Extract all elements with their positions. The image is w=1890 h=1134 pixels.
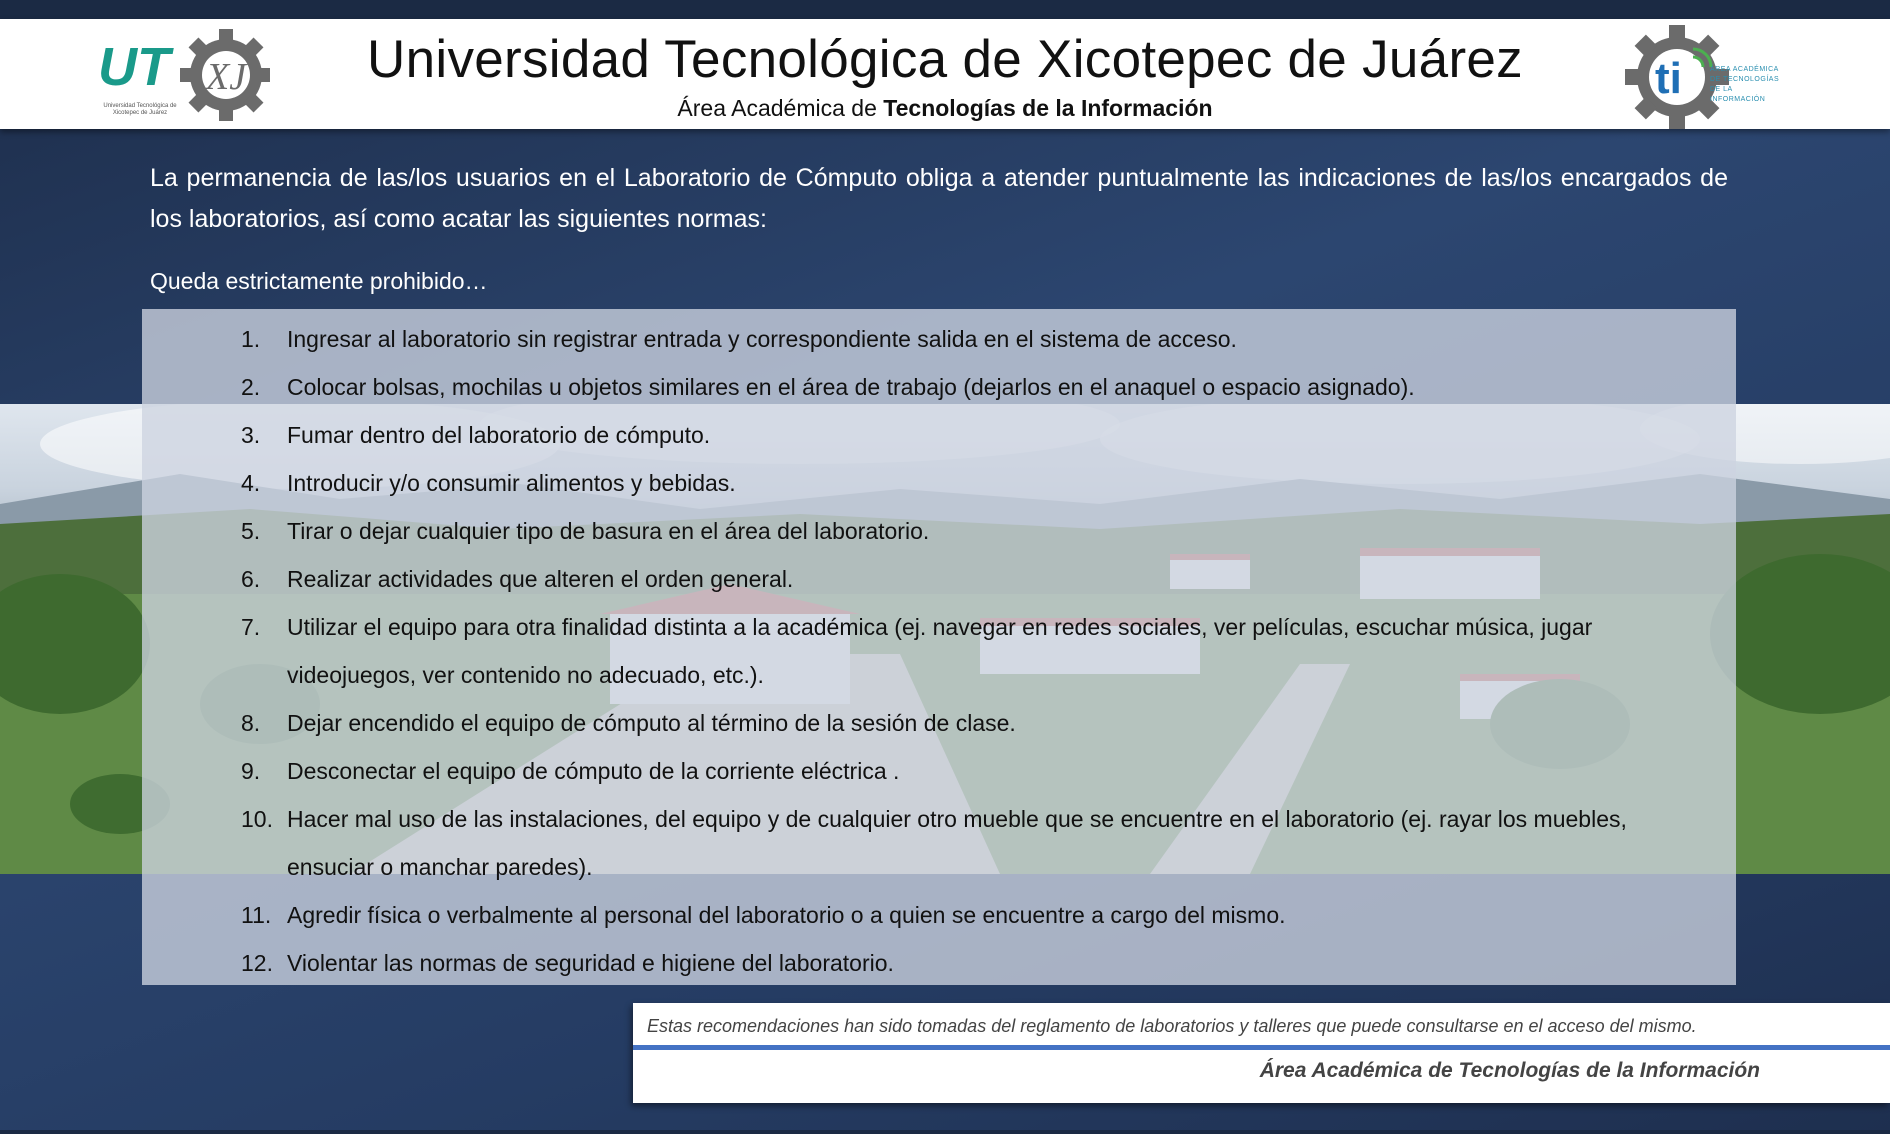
rule-item: 4. Introducir y/o consumir alimentos y be… bbox=[142, 459, 1736, 507]
rule-text: Realizar actividades que alteren el orde… bbox=[287, 566, 794, 592]
footer-box: Estas recomendaciones han sido tomadas d… bbox=[633, 1003, 1890, 1103]
rule-item: 9. Desconectar el equipo de cómputo de la… bbox=[142, 747, 1736, 795]
subtitle-bold: Tecnologías de la Información bbox=[883, 95, 1213, 121]
footer-signature: Área Académica de Tecnologías de la Info… bbox=[1259, 1059, 1760, 1082]
intro-paragraph: La permanencia de las/los usuarios en el… bbox=[150, 164, 1728, 233]
bottom-band bbox=[0, 1130, 1890, 1134]
rule-text: Fumar dentro del laboratorio de cómputo. bbox=[287, 422, 711, 448]
rule-item: 1. Ingresar al laboratorio sin registrar … bbox=[142, 315, 1736, 363]
rule-item: 6. Realizar actividades que alteren el or… bbox=[142, 555, 1736, 603]
rules-panel: 1. Ingresar al laboratorio sin registrar … bbox=[142, 309, 1736, 985]
rule-number: 3. bbox=[241, 422, 261, 448]
rule-text: Introducir y/o consumir alimentos y bebi… bbox=[287, 470, 736, 496]
rule-text: Utilizar el equipo para otra finalidad d… bbox=[287, 614, 1593, 688]
rule-item: 10. Hacer mal uso de las instalaciones, d… bbox=[142, 795, 1736, 891]
rule-text: Colocar bolsas, mochilas u objetos simil… bbox=[287, 374, 1415, 400]
rule-item: 8. Dejar encendido el equipo de cómputo a… bbox=[142, 699, 1736, 747]
rule-number: 11. bbox=[241, 902, 272, 928]
rule-item: 11. Agredir física o verbalmente al perso… bbox=[142, 891, 1736, 939]
top-band bbox=[0, 0, 1890, 19]
rule-item: 7. Utilizar el equipo para otra finalidad… bbox=[142, 603, 1736, 699]
rule-text: Ingresar al laboratorio sin registrar en… bbox=[287, 326, 1237, 352]
rule-text: Dejar encendido el equipo de cómputo al … bbox=[287, 710, 1016, 736]
page-title: Universidad Tecnológica de Xicotepec de … bbox=[367, 30, 1523, 89]
rule-text: Agredir física o verbalmente al personal… bbox=[287, 902, 1286, 928]
rule-number: 7. bbox=[241, 614, 261, 640]
rule-number: 2. bbox=[241, 374, 261, 400]
rule-text: Desconectar el equipo de cómputo de la c… bbox=[287, 758, 900, 784]
rule-item: 3. Fumar dentro del laboratorio de cómput… bbox=[142, 411, 1736, 459]
page-subtitle: Área Académica de Tecnologías de la Info… bbox=[0, 95, 1890, 122]
rule-number: 8. bbox=[241, 710, 261, 736]
rules-list: 1. Ingresar al laboratorio sin registrar … bbox=[142, 315, 1736, 987]
rule-number: 5. bbox=[241, 518, 261, 544]
rule-number: 12. bbox=[241, 950, 273, 976]
subtitle-prefix: Área Académica de bbox=[677, 95, 884, 121]
footer-divider bbox=[633, 1045, 1890, 1050]
rule-number: 4. bbox=[241, 470, 261, 496]
svg-text:ti: ti bbox=[1655, 54, 1682, 103]
ti-logo-caption: ÁREA ACADÉMICA DE TECNOLOGÍAS DE LA INFO… bbox=[1710, 66, 1780, 103]
rule-text: Hacer mal uso de las instalaciones, del … bbox=[287, 806, 1627, 880]
rule-number: 1. bbox=[241, 326, 261, 352]
footer-note: Estas recomendaciones han sido tomadas d… bbox=[647, 1016, 1697, 1036]
rule-number: 10. bbox=[241, 806, 273, 832]
rule-number: 9. bbox=[241, 758, 261, 784]
rule-number: 6. bbox=[241, 566, 261, 592]
rule-item: 12. Violentar las normas de seguridad e h… bbox=[142, 939, 1736, 987]
rule-item: 5. Tirar o dejar cualquier tipo de basura… bbox=[142, 507, 1736, 555]
rule-text: Tirar o dejar cualquier tipo de basura e… bbox=[287, 518, 930, 544]
header-banner: UT XJ Universidad Tecnológica de Xicotep… bbox=[0, 19, 1890, 129]
rule-text: Violentar las normas de seguridad e higi… bbox=[287, 950, 894, 976]
rule-item: 2. Colocar bolsas, mochilas u objetos sim… bbox=[142, 363, 1736, 411]
prohibited-heading: Queda estrictamente prohibido… bbox=[150, 268, 488, 294]
